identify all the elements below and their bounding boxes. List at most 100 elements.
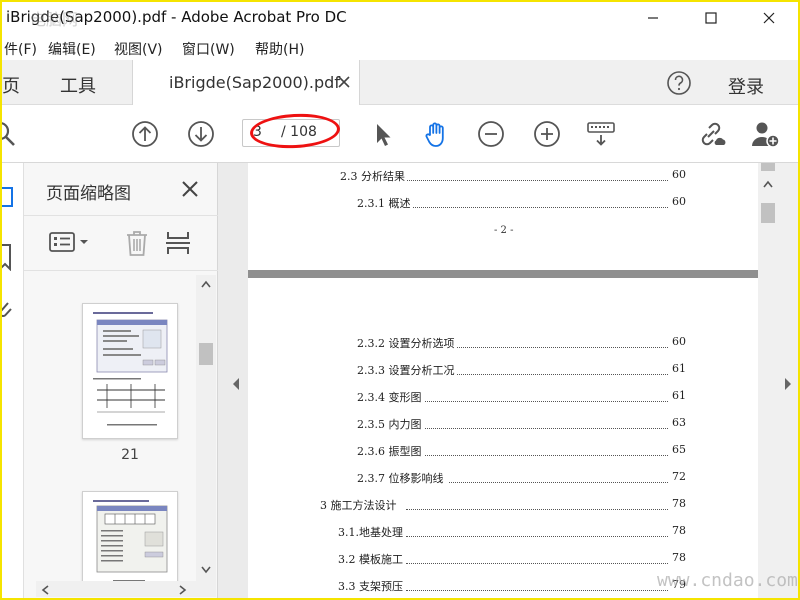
toc-entry-title: 2.3 分析结果 xyxy=(340,168,407,184)
navigation-rail xyxy=(2,163,24,598)
thumbnail-options-icon[interactable] xyxy=(48,230,92,256)
close-tab-icon[interactable] xyxy=(334,72,354,92)
document-scroll-thumb[interactable] xyxy=(761,203,775,223)
add-user-icon[interactable] xyxy=(750,119,780,149)
maximize-icon xyxy=(705,12,717,24)
previous-page-icon[interactable] xyxy=(130,119,160,149)
toc-entry-page: 60 xyxy=(672,168,686,181)
toc-entry-title: 2.3.6 振型图 xyxy=(357,443,424,459)
pdf-page-upper: 2.3 分析结果 60 2.3.1 概述 60 - 2 - xyxy=(248,163,758,270)
toc-entry: 2.3.4 变形图 61 xyxy=(357,389,686,405)
acrobat-window: iBrigde(Sap2000).pdf - Adobe Acrobat Pro… xyxy=(2,2,798,598)
toc-entry-title: 2.3.2 设置分析选项 xyxy=(357,335,457,351)
menu-bar: 件(F) 编辑(E) 视图(V) 窗口(W) 帮助(H) xyxy=(2,34,798,60)
toc-entry: 2.3.7 位移影响线 72 xyxy=(357,470,686,486)
maximize-button[interactable] xyxy=(688,2,734,34)
tab-document[interactable]: iBrigde(Sap2000).pdf xyxy=(132,60,360,105)
thumbnail-page-22[interactable] xyxy=(82,491,178,583)
toc-entry-title: 2.3.7 位移影响线 xyxy=(357,470,446,486)
zoom-out-icon[interactable] xyxy=(476,119,506,149)
delete-page-icon[interactable] xyxy=(122,228,152,258)
bookmarks-icon[interactable] xyxy=(2,243,16,271)
title-bar: iBrigde(Sap2000).pdf - Adobe Acrobat Pro… xyxy=(2,2,798,34)
next-page-icon[interactable] xyxy=(186,119,216,149)
toc-entry: 3 施工方法设计 78 xyxy=(320,497,686,513)
toc-entry: 3.1.地基处理 78 xyxy=(338,524,686,540)
document-tab-label: iBrigde(Sap2000).pdf xyxy=(169,73,340,92)
page-thumbnails-icon[interactable] xyxy=(2,185,16,211)
thumbnail-horizontal-scrollbar[interactable] xyxy=(36,581,216,597)
collapse-left-panel-icon[interactable] xyxy=(231,377,241,391)
toc-entry-page: 60 xyxy=(672,195,686,208)
toc-entry-title: 2.3.3 设置分析工况 xyxy=(357,362,457,378)
toc-entry-title: 2.3.4 变形图 xyxy=(357,389,424,405)
toc-entry: 2.3.1 概述 60 xyxy=(357,195,686,211)
toc-entry: 2.3.6 振型图 65 xyxy=(357,443,686,459)
select-tool-icon[interactable] xyxy=(368,119,398,149)
menu-edit[interactable]: 编辑(E) xyxy=(48,39,96,59)
scroll-up-icon[interactable] xyxy=(200,279,212,289)
help-icon[interactable] xyxy=(666,70,692,96)
scroll-right-icon[interactable] xyxy=(178,584,188,596)
page-thumbnails-panel: 页面缩略图 21 xyxy=(24,163,218,598)
tab-home[interactable]: 主页 xyxy=(2,72,20,98)
toc-entry-title: 3.2 模板施工 xyxy=(338,551,405,567)
toc-entry: 2.3.3 设置分析工况 61 xyxy=(357,362,686,378)
thumbnail-scroll-thumb[interactable] xyxy=(199,343,213,365)
minimize-icon xyxy=(648,17,658,19)
zoom-in-icon[interactable] xyxy=(532,119,562,149)
toc-entry-title: 3.3 支架预压 xyxy=(338,578,405,594)
thumbnail-list: 21 xyxy=(24,273,196,583)
tab-tools[interactable]: 工具 xyxy=(60,72,96,98)
search-icon[interactable] xyxy=(2,119,18,149)
toc-entry: 2.3 分析结果 60 xyxy=(340,168,686,184)
close-icon xyxy=(763,12,775,24)
scroll-up-icon[interactable] xyxy=(762,179,774,189)
watermark-top: 电脑网 xyxy=(30,10,79,29)
thumbnail-page-21[interactable] xyxy=(82,303,178,439)
hand-tool-icon[interactable] xyxy=(422,119,452,149)
toc-entry-page: 63 xyxy=(672,416,686,429)
scroll-down-icon[interactable] xyxy=(200,565,212,575)
thumbnail-label: 21 xyxy=(121,447,139,463)
toc-entry-page: 78 xyxy=(672,497,686,510)
document-scroll-cap xyxy=(761,163,775,171)
thumbnail-vertical-scrollbar[interactable] xyxy=(196,275,216,581)
watermark-bottom: www.cndao.com xyxy=(657,570,798,591)
login-button[interactable]: 登录 xyxy=(728,73,764,99)
toc-entry-page: 61 xyxy=(672,389,686,402)
panel-toolbar xyxy=(24,215,218,271)
close-panel-icon[interactable] xyxy=(180,179,200,199)
menu-view[interactable]: 视图(V) xyxy=(114,39,163,59)
scroll-left-icon[interactable] xyxy=(40,584,50,596)
rotate-page-icon[interactable] xyxy=(164,228,194,258)
attachments-icon[interactable] xyxy=(2,297,16,323)
share-link-icon[interactable] xyxy=(696,119,726,149)
page-footer-number: - 2 - xyxy=(494,225,514,236)
menu-help[interactable]: 帮助(H) xyxy=(255,39,304,59)
toc-entry: 3.2 模板施工 78 xyxy=(338,551,686,567)
toc-entry-page: 78 xyxy=(672,524,686,537)
menu-file[interactable]: 件(F) xyxy=(4,39,37,59)
minimize-button[interactable] xyxy=(630,2,676,34)
toc-entry-title: 2.3.5 内力图 xyxy=(357,416,424,432)
keyboard-icon[interactable] xyxy=(586,119,616,149)
pdf-page-lower: 2.3.2 设置分析选项 60 2.3.3 设置分析工况 61 2.3.4 变形… xyxy=(248,278,758,598)
toc-entry-page: 61 xyxy=(672,362,686,375)
right-pane-rail xyxy=(778,163,798,598)
thumbnail-image xyxy=(93,500,168,582)
expand-right-pane-icon[interactable] xyxy=(783,377,793,391)
toc-entry-title: 3.1.地基处理 xyxy=(338,524,405,540)
toc-entry-page: 65 xyxy=(672,443,686,456)
toc-entry-title: 2.3.1 概述 xyxy=(357,195,413,211)
tab-bar: 主页 工具 iBrigde(Sap2000).pdf 登录 xyxy=(2,60,798,105)
menu-window[interactable]: 窗口(W) xyxy=(182,39,235,59)
toc-entry: 3.3 支架预压 79 xyxy=(338,578,686,594)
document-vertical-scrollbar[interactable] xyxy=(758,163,778,598)
toc-entry-page: 78 xyxy=(672,551,686,564)
toc-entry-title: 3 施工方法设计 xyxy=(320,497,399,513)
document-view[interactable]: 2.3 分析结果 60 2.3.1 概述 60 - 2 - 2.3.2 设置分析… xyxy=(218,163,798,598)
toolbar: 3 / 108 xyxy=(2,105,798,163)
close-window-button[interactable] xyxy=(746,2,792,34)
page-separator xyxy=(248,270,758,278)
